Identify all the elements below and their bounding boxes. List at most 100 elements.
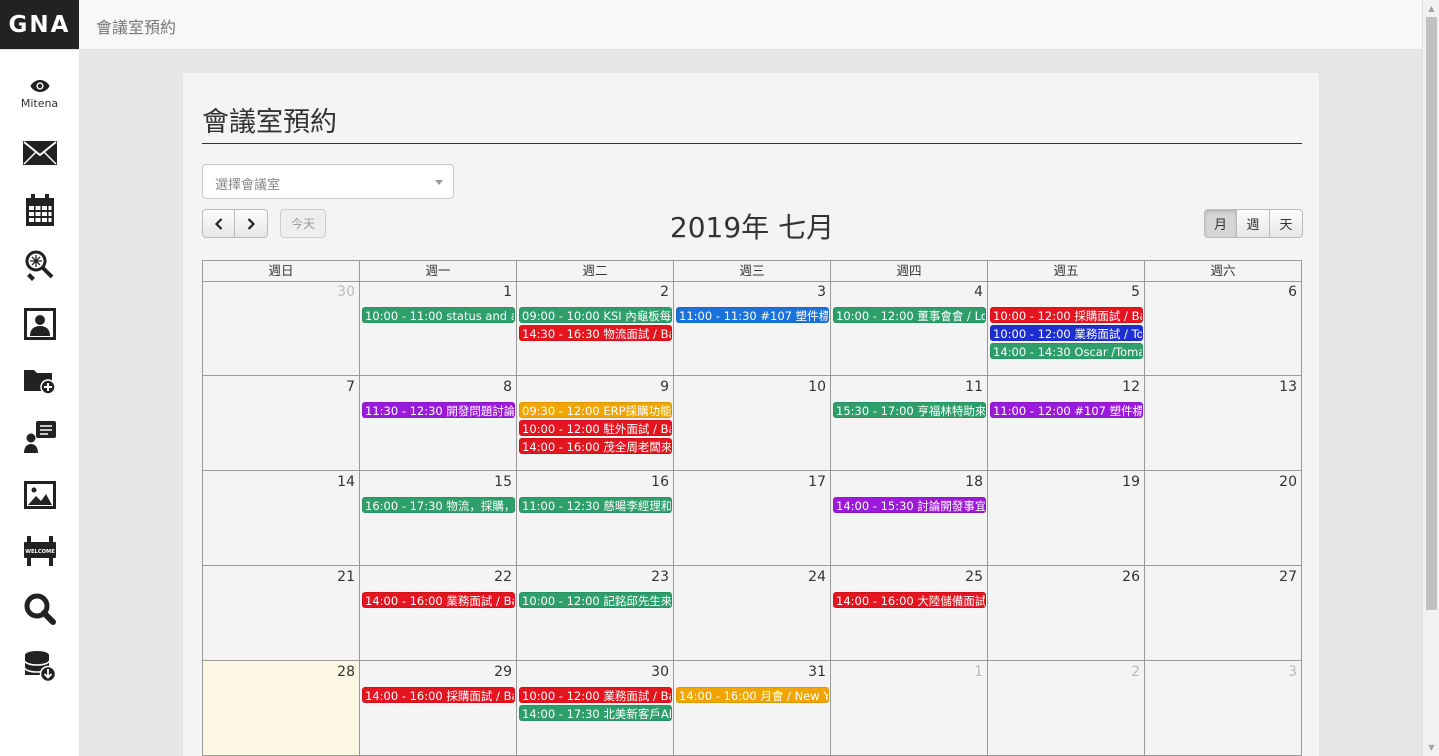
calendar-event[interactable]: 10:00 - 12:00 記銘邱先生來 — [519, 592, 672, 608]
calendar-event[interactable]: 14:00 - 14:30 Oscar /Toma — [990, 343, 1143, 359]
day-cell[interactable]: 16 11:00 - 12:30 慈暘李經理和 — [517, 471, 674, 566]
sidebar-item-search[interactable] — [0, 589, 79, 629]
day-cell[interactable]: 19 — [988, 471, 1145, 566]
day-cell[interactable]: 15 16:00 - 17:30 物流，採購， — [360, 471, 517, 566]
calendar-event[interactable]: 10:00 - 12:00 駐外面試 / Ba — [519, 420, 672, 436]
calendar-event[interactable]: 14:00 - 16:00 月會 / New Y — [676, 687, 829, 703]
day-events: 10:00 - 12:00 董事會會 / Lo — [833, 307, 986, 325]
calendar-event[interactable]: 11:00 - 12:30 慈暘李經理和 — [519, 497, 672, 513]
top-header: GNA 會議室預約 — [0, 0, 1422, 50]
day-cell[interactable]: 7 — [203, 376, 360, 471]
calendar-event[interactable]: 14:00 - 16:00 茂全周老闆來 — [519, 438, 672, 454]
month-calendar: 週日 週一 週二 週三 週四 週五 週六 30 1 10:00 - 11:00 status a… — [202, 260, 1302, 756]
calendar-event[interactable]: 09:00 - 10:00 KSI 內龜板每 — [519, 307, 672, 323]
sidebar-item-chat[interactable] — [0, 417, 79, 457]
room-select[interactable]: 選擇會議室 — [202, 164, 454, 199]
sidebar-item-gallery[interactable] — [0, 475, 79, 515]
event-time: 10:00 - 11:00 — [365, 309, 443, 323]
event-title: 業務面試 / Ba — [446, 594, 515, 608]
day-cell[interactable]: 3 11:00 - 11:30 #107 塑件標! — [674, 281, 831, 376]
calendar-event[interactable]: 11:30 - 12:30 開發問題討論 — [362, 402, 515, 418]
day-cell[interactable]: 12 11:00 - 12:00 #107 塑件標! — [988, 376, 1145, 471]
weekday-label: 週五 — [988, 261, 1145, 282]
scroll-thumb[interactable] — [1426, 17, 1437, 610]
calendar-event[interactable]: 14:00 - 16:00 採購面試 / Ba — [362, 687, 515, 703]
day-cell[interactable]: 6 — [1145, 281, 1302, 376]
day-number: 2 — [1131, 664, 1140, 680]
view-week-button[interactable]: 週 — [1237, 209, 1270, 238]
day-cell[interactable]: 1 — [831, 661, 988, 756]
calendar-event[interactable]: 14:00 - 15:30 討論開發事宜 — [833, 497, 986, 513]
day-cell[interactable]: 27 — [1145, 566, 1302, 661]
calendar-event[interactable]: 14:30 - 16:30 物流面試 / Ba — [519, 325, 672, 341]
calendar-event[interactable]: 11:00 - 12:00 #107 塑件標! — [990, 402, 1143, 418]
room-select-placeholder: 選擇會議室 — [215, 178, 281, 193]
day-cell[interactable]: 3 — [1145, 661, 1302, 756]
calendar-event[interactable]: 10:00 - 12:00 業務面試 / Ba — [519, 687, 672, 703]
calendar-event[interactable]: 09:30 - 12:00 ERP採購功能 — [519, 402, 672, 418]
calendar-event[interactable]: 10:00 - 12:00 董事會會 / Lo — [833, 307, 986, 323]
day-cell[interactable]: 14 — [203, 471, 360, 566]
day-cell[interactable]: 17 — [674, 471, 831, 566]
day-number: 3 — [1288, 664, 1297, 680]
day-cell[interactable]: 4 10:00 - 12:00 董事會會 / Lo — [831, 281, 988, 376]
event-title: 慈暘李經理和 — [603, 499, 672, 513]
day-cell-today[interactable]: 28 — [203, 661, 360, 756]
day-cell[interactable]: 18 14:00 - 15:30 討論開發事宜 — [831, 471, 988, 566]
day-events: 10:00 - 11:00 status and ac — [362, 307, 515, 325]
calendar-event[interactable]: 14:00 - 17:30 北美新客戶AI — [519, 705, 672, 721]
sidebar-item-welcome[interactable]: WELCOME — [0, 531, 79, 571]
day-cell[interactable]: 9 09:30 - 12:00 ERP採購功能 10:00 - 12:00 駐外面試… — [517, 376, 674, 471]
day-events: 11:00 - 12:00 #107 塑件標! — [990, 402, 1143, 420]
day-cell[interactable]: 2 — [988, 661, 1145, 756]
day-cell[interactable]: 1 10:00 - 11:00 status and ac — [360, 281, 517, 376]
day-cell[interactable]: 29 14:00 - 16:00 採購面試 / Ba — [360, 661, 517, 756]
calendar-event[interactable]: 16:00 - 17:30 物流，採購， — [362, 497, 515, 513]
day-events: 11:30 - 12:30 開發問題討論 — [362, 402, 515, 420]
sidebar-item-calendar[interactable] — [0, 190, 79, 230]
sidebar-item-folder[interactable] — [0, 361, 79, 401]
sidebar-item-database[interactable] — [0, 646, 79, 686]
day-number: 23 — [651, 569, 669, 585]
sidebar-item-contact[interactable] — [0, 304, 79, 344]
day-cell[interactable]: 26 — [988, 566, 1145, 661]
day-cell[interactable]: 8 11:30 - 12:30 開發問題討論 — [360, 376, 517, 471]
calendar-event[interactable]: 15:30 - 17:00 亨福林特助來 — [833, 402, 986, 418]
day-cell[interactable]: 5 10:00 - 12:00 採購面試 / Ba 10:00 - 12:00 業務… — [988, 281, 1145, 376]
day-cell[interactable]: 11 15:30 - 17:00 亨福林特助來 — [831, 376, 988, 471]
scroll-up-icon[interactable]: ▲ — [1423, 0, 1439, 17]
day-cell[interactable]: 2 09:00 - 10:00 KSI 內龜板每 14:30 - 16:30 物流面… — [517, 281, 674, 376]
day-cell[interactable]: 24 — [674, 566, 831, 661]
day-number: 11 — [965, 379, 983, 395]
day-cell[interactable]: 23 10:00 - 12:00 記銘邱先生來 — [517, 566, 674, 661]
calendar-event[interactable]: 10:00 - 12:00 業務面試 / To — [990, 325, 1143, 341]
day-cell[interactable]: 30 — [203, 281, 360, 376]
day-cell[interactable]: 31 14:00 - 16:00 月會 / New Y — [674, 661, 831, 756]
sidebar-item-mail[interactable] — [0, 133, 79, 173]
day-cell[interactable]: 30 10:00 - 12:00 業務面試 / Ba 14:00 - 17:30 北… — [517, 661, 674, 756]
day-number: 19 — [1122, 474, 1140, 490]
calendar-event[interactable]: 10:00 - 12:00 採購面試 / Ba — [990, 307, 1143, 323]
sidebar-item-badminton[interactable] — [0, 246, 79, 286]
event-title: KSI 內龜板每 — [603, 309, 672, 323]
view-month-button[interactable]: 月 — [1204, 209, 1237, 238]
scroll-down-icon[interactable]: ▼ — [1423, 739, 1439, 756]
event-title: #107 塑件標! — [760, 309, 829, 323]
calendar-event[interactable]: 11:00 - 11:30 #107 塑件標! — [676, 307, 829, 323]
day-cell[interactable]: 21 — [203, 566, 360, 661]
day-number: 7 — [346, 379, 355, 395]
day-cell[interactable]: 22 14:00 - 16:00 業務面試 / Ba — [360, 566, 517, 661]
page-scrollbar[interactable]: ▲ ▼ — [1422, 0, 1439, 756]
event-time: 11:00 - 11:30 — [679, 309, 757, 323]
day-number: 30 — [337, 284, 355, 300]
day-cell[interactable]: 25 14:00 - 16:00 大陸儲備面試 — [831, 566, 988, 661]
calendar-event[interactable]: 14:00 - 16:00 大陸儲備面試 — [833, 592, 986, 608]
calendar-event[interactable]: 10:00 - 11:00 status and ac — [362, 307, 515, 323]
day-cell[interactable]: 13 — [1145, 376, 1302, 471]
day-cell[interactable]: 10 — [674, 376, 831, 471]
brand-logo[interactable]: GNA — [0, 0, 79, 49]
view-day-button[interactable]: 天 — [1270, 209, 1303, 238]
event-time: 16:00 - 17:30 — [365, 499, 443, 513]
day-cell[interactable]: 20 — [1145, 471, 1302, 566]
calendar-event[interactable]: 14:00 - 16:00 業務面試 / Ba — [362, 592, 515, 608]
